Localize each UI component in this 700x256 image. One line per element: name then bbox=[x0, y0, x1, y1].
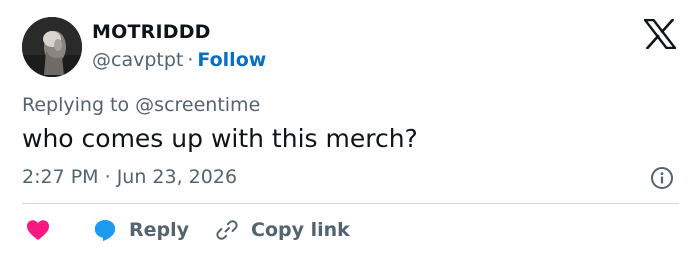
reply-button[interactable]: Reply bbox=[93, 216, 189, 244]
copy-link-label: Copy link bbox=[251, 219, 350, 241]
reply-context-prefix: Replying to bbox=[22, 94, 130, 116]
handle-separator: · bbox=[187, 49, 194, 71]
handle[interactable]: @cavptpt bbox=[92, 49, 183, 71]
follow-link[interactable]: Follow bbox=[197, 49, 266, 71]
tweet-time: 2:27 PM bbox=[22, 166, 99, 188]
timestamp[interactable]: 2:27 PM · Jun 23, 2026 bbox=[22, 166, 237, 188]
copy-link-button[interactable]: Copy link bbox=[215, 216, 350, 244]
reply-label: Reply bbox=[129, 219, 190, 241]
timestamp-separator: · bbox=[104, 166, 111, 188]
divider bbox=[22, 203, 679, 204]
heart-icon bbox=[27, 220, 49, 240]
tweet-date: Jun 23, 2026 bbox=[116, 166, 238, 188]
like-button[interactable] bbox=[26, 216, 50, 244]
reply-context: Replying to @screentime bbox=[22, 94, 260, 116]
tweet-card: MOTRIDDD @cavptpt · Follow Replying to @sc… bbox=[0, 0, 700, 256]
avatar[interactable] bbox=[22, 17, 82, 77]
info-icon[interactable] bbox=[650, 166, 674, 190]
link-icon bbox=[216, 220, 238, 240]
tweet-text: who comes up with this merch? bbox=[22, 124, 418, 153]
x-logo-icon[interactable] bbox=[642, 18, 678, 50]
speech-bubble-icon bbox=[94, 220, 116, 241]
handle-row: @cavptpt · Follow bbox=[92, 49, 266, 71]
reply-target-handle[interactable]: @screentime bbox=[135, 94, 260, 116]
avatar-image bbox=[22, 17, 82, 77]
display-name[interactable]: MOTRIDDD bbox=[92, 21, 211, 43]
